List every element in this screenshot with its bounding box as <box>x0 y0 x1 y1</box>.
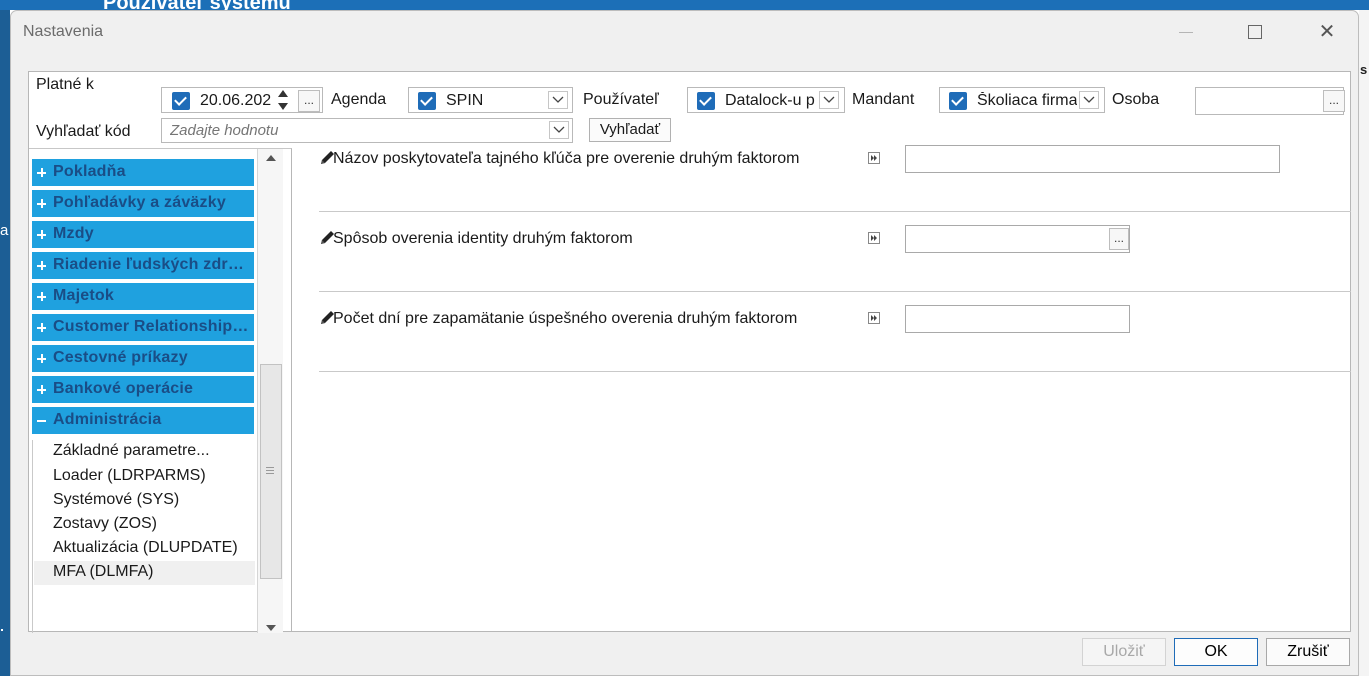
agenda-dropdown-icon[interactable] <box>548 91 568 109</box>
collapse-icon[interactable] <box>37 416 46 425</box>
agenda-select[interactable]: SPIN <box>408 87 573 113</box>
maximize-icon[interactable] <box>1248 25 1262 39</box>
setting-value-input[interactable] <box>905 225 1130 253</box>
setting-label: Počet dní pre zapamätanie úspešného over… <box>333 310 798 327</box>
tree-category-label: Customer Relationship Management <box>53 318 251 335</box>
administracia-children: Základné parametre... Loader (LDRPARMS) … <box>32 440 255 633</box>
tree-category-crm[interactable]: Customer Relationship Management <box>32 314 254 341</box>
user-label: Používateľ <box>583 91 659 108</box>
expand-icon[interactable] <box>37 168 46 177</box>
tree-category-label: Pohľadávky a záväzky <box>53 194 226 211</box>
valid-from-label: Platné k <box>36 76 94 93</box>
expand-icon[interactable] <box>37 354 46 363</box>
valid-from-value: 20.06.202 <box>200 92 272 109</box>
expand-icon[interactable] <box>37 261 46 270</box>
setting-row: Názov poskytovateľa tajného kľúča pre ov… <box>319 132 1351 212</box>
tree-category-pohladavky[interactable]: Pohľadávky a záväzky <box>32 190 254 217</box>
setting-row: Počet dní pre zapamätanie úspešného over… <box>319 292 1351 372</box>
search-code-label: Vyhľadať kód <box>36 123 131 140</box>
tree-scrollbar[interactable] <box>257 149 283 633</box>
mandant-label: Mandant <box>852 91 915 108</box>
background-left-dot <box>1 629 3 631</box>
expand-icon[interactable] <box>37 323 46 332</box>
save-button[interactable]: Uložiť <box>1082 638 1166 666</box>
mandant-select[interactable]: Školiaca firma <box>939 87 1105 113</box>
tree-category-pokladna[interactable]: Pokladňa <box>32 159 254 186</box>
cancel-button[interactable]: Zrušiť <box>1266 638 1350 666</box>
background-right-letter: s <box>1360 62 1368 77</box>
person-input[interactable] <box>1195 87 1344 115</box>
date-spinner-icon[interactable] <box>277 89 289 111</box>
dialog-title: Nastavenia <box>23 23 104 40</box>
scroll-down-icon[interactable] <box>266 625 276 631</box>
agenda-checkbox[interactable] <box>418 92 436 110</box>
user-select[interactable]: Datalock-u p <box>687 87 845 113</box>
tree-category-riadenie[interactable]: Riadenie ľudských zdrojov <box>32 252 254 279</box>
setting-value-input[interactable] <box>905 305 1130 333</box>
expand-icon[interactable] <box>37 230 46 239</box>
settings-dialog: Nastavenia ✕ Platné k 20.06.202 ... Agen… <box>10 10 1359 676</box>
setting-value-input[interactable] <box>905 145 1280 173</box>
tree-category-label: Majetok <box>53 287 114 304</box>
tree-category-label: Mzdy <box>53 225 94 242</box>
tree-category-label: Riadenie ľudských zdrojov <box>53 256 251 273</box>
inherit-marker-icon[interactable] <box>868 312 880 324</box>
setting-label: Spôsob overenia identity druhým faktorom <box>333 230 633 247</box>
scroll-up-icon[interactable] <box>266 155 276 161</box>
person-label: Osoba <box>1112 91 1160 108</box>
tree-category-majetok[interactable]: Majetok <box>32 283 254 310</box>
expand-icon[interactable] <box>37 199 46 208</box>
tree-category-bankove[interactable]: Bankové operácie <box>32 376 254 403</box>
background-app-sidebar <box>0 10 10 676</box>
tree-category-administracia[interactable]: Administrácia <box>32 407 254 434</box>
tree-item-aktualizacia[interactable]: Aktualizácia (DLUPDATE) <box>53 539 253 557</box>
scroll-grip-icon <box>266 467 274 474</box>
inherit-marker-icon[interactable] <box>868 152 880 164</box>
user-dropdown-icon[interactable] <box>819 91 839 109</box>
setting-picker-button[interactable]: ... <box>1109 228 1129 250</box>
dialog-titlebar[interactable]: Nastavenia ✕ <box>11 11 1358 55</box>
expand-icon[interactable] <box>37 385 46 394</box>
agenda-value: SPIN <box>446 92 484 109</box>
valid-from-picker-button[interactable]: ... <box>298 90 320 112</box>
setting-row: Spôsob overenia identity druhým faktorom… <box>319 212 1351 292</box>
tree-item-loader[interactable]: Loader (LDRPARMS) <box>53 467 253 485</box>
valid-from-checkbox[interactable] <box>172 92 190 110</box>
tree-item-zostavy[interactable]: Zostavy (ZOS) <box>53 515 253 533</box>
tree-category-label: Administrácia <box>53 411 162 428</box>
background-app-right <box>1359 10 1369 676</box>
minimize-icon[interactable] <box>1179 32 1193 33</box>
close-icon[interactable]: ✕ <box>1317 22 1337 42</box>
mandant-value: Školiaca firma <box>977 92 1077 109</box>
user-value: Datalock-u p <box>725 92 815 109</box>
tree-category-label: Pokladňa <box>53 163 126 180</box>
setting-label: Názov poskytovateľa tajného kľúča pre ov… <box>333 150 800 167</box>
agenda-label: Agenda <box>331 91 387 108</box>
background-left-letter: a <box>0 222 9 239</box>
mandant-checkbox[interactable] <box>949 92 967 110</box>
tree-item-zakladne[interactable]: Základné parametre... <box>53 442 253 460</box>
tree-item-systemove[interactable]: Systémové (SYS) <box>53 491 253 509</box>
tree-item-mfa[interactable]: MFA (DLMFA) <box>53 563 253 581</box>
tree-category-label: Cestovné príkazy <box>53 349 188 366</box>
dialog-content: Platné k 20.06.202 ... Agenda SPIN Použí… <box>28 71 1351 633</box>
user-checkbox[interactable] <box>697 92 715 110</box>
mandant-dropdown-icon[interactable] <box>1079 91 1099 109</box>
inherit-marker-icon[interactable] <box>868 232 880 244</box>
ok-button[interactable]: OK <box>1174 638 1258 666</box>
person-picker-button[interactable]: ... <box>1323 90 1345 112</box>
tree-category-label: Bankové operácie <box>53 380 194 397</box>
tree-category-mzdy[interactable]: Mzdy <box>32 221 254 248</box>
expand-icon[interactable] <box>37 292 46 301</box>
tree-category-cestovne[interactable]: Cestovné príkazy <box>32 345 254 372</box>
settings-tree: Pokladňa Pohľadávky a záväzky Mzdy Riade… <box>29 148 292 633</box>
